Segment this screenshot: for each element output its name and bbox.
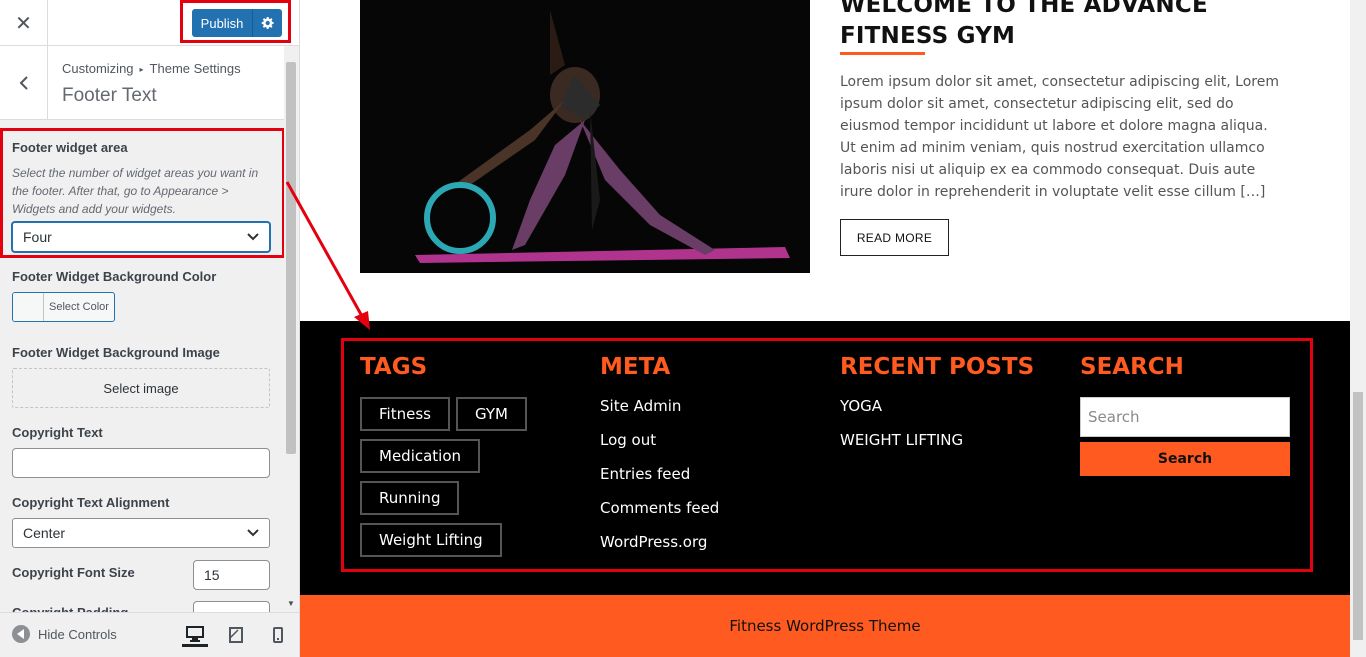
post-excerpt: Lorem ipsum dolor sit amet, consectetur …	[840, 74, 1279, 200]
site-preview: WELCOME TO THE ADVANCE FITNESS GYM Lorem…	[300, 0, 1350, 657]
tablet-icon	[229, 627, 243, 643]
color-swatch	[13, 293, 44, 321]
bg-image-label: Footer Widget Background Image	[12, 345, 220, 360]
select-color-button[interactable]: Select Color	[12, 292, 115, 322]
yoga-figure-image	[360, 0, 810, 273]
breadcrumb-child: Theme Settings	[149, 61, 241, 76]
preview-scrollbar[interactable]	[1350, 0, 1366, 657]
read-more-button[interactable]: READ MORE	[840, 219, 949, 256]
close-icon: ✕	[15, 12, 32, 35]
customizer-footer: Hide Controls	[0, 612, 299, 657]
copyright-align-label: Copyright Text Alignment	[12, 495, 170, 510]
breadcrumb-separator-icon: ▸	[139, 65, 144, 75]
sidebar-scrollbar[interactable]	[284, 60, 298, 612]
copyright-text-input[interactable]	[12, 448, 270, 478]
publish-annotation-box	[180, 0, 291, 43]
copyright-bar: Fitness WordPress Theme	[300, 595, 1350, 657]
back-button[interactable]	[0, 46, 48, 119]
desktop-icon	[186, 625, 204, 642]
section-header: Customizing ▸ Theme Settings Footer Text	[0, 46, 284, 120]
select-color-label: Select Color	[49, 301, 109, 313]
breadcrumb: Customizing ▸ Theme Settings	[62, 61, 241, 76]
section-title: Footer Text	[62, 85, 157, 106]
mobile-icon	[273, 627, 283, 643]
breadcrumb-parent: Customizing	[62, 61, 134, 76]
preview-scroll-thumb[interactable]	[1353, 392, 1363, 640]
copyright-text-label: Copyright Text	[12, 425, 103, 440]
copyright-font-label: Copyright Font Size	[12, 565, 135, 580]
collapse-icon	[12, 625, 30, 643]
hide-controls-button[interactable]: Hide Controls	[12, 625, 117, 643]
title-underline	[840, 52, 925, 55]
hide-controls-label: Hide Controls	[38, 626, 117, 642]
close-customizer-button[interactable]: ✕	[0, 0, 48, 46]
copyright-font-input[interactable]: 15	[193, 560, 270, 590]
sidebar-scroll-thumb[interactable]	[286, 62, 296, 454]
select-image-button[interactable]: Select image	[12, 368, 270, 408]
footer-annotation-box	[341, 338, 1313, 572]
preview-tablet-button[interactable]	[223, 623, 249, 647]
bg-color-label: Footer Widget Background Color	[12, 269, 217, 284]
customizer-window: ✕ Publish Customizing ▸ Theme Settings Foo…	[0, 0, 1366, 657]
scroll-down-arrow-icon[interactable]: ▼	[284, 596, 298, 610]
preview-desktop-button[interactable]	[182, 623, 208, 647]
chevron-left-icon	[19, 75, 28, 90]
post-title[interactable]: WELCOME TO THE ADVANCE FITNESS GYM	[840, 0, 1310, 52]
preview-mobile-button[interactable]	[265, 623, 291, 647]
post-featured-image[interactable]	[360, 0, 810, 273]
widget-area-annotation-box	[0, 128, 285, 258]
chevron-down-icon	[247, 529, 259, 537]
copyright-align-value: Center	[23, 525, 66, 541]
copyright-align-select[interactable]: Center	[12, 518, 270, 548]
customizer-sidebar: ✕ Publish Customizing ▸ Theme Settings Foo…	[0, 0, 300, 657]
copyright-text: Fitness WordPress Theme	[729, 617, 921, 635]
